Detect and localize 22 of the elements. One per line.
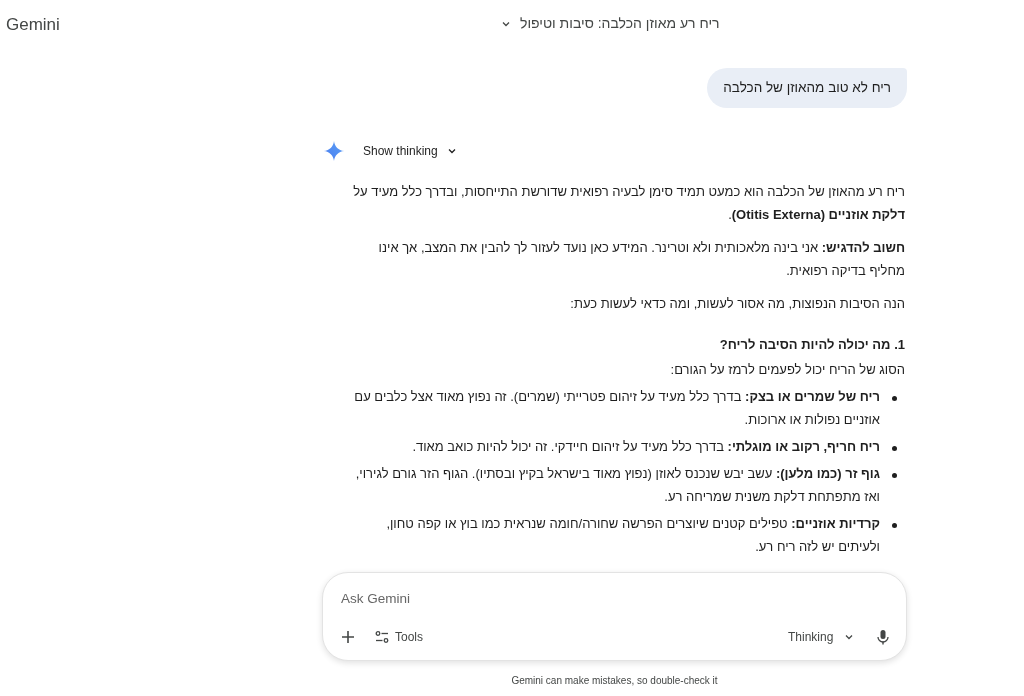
list-item-text: ריח של שמרים או בצק: בדרך כלל מעיד על זיהום פטרייתי (שמרים). זה נפוץ מאוד אצל כלבים עם אוזניים נפולות או ארוכות. [353,388,880,430]
bullet-icon [892,523,897,529]
response-paragraph: חשוב להדגיש: אני בינה מלאכותית ולא וטרינר. המידע כאן נועד לעזור לך להבין את המצב, אך אינו מחליף בדיקה רפואית. [377,239,905,281]
list-item-text: קרדיות אוזניים: טפילים קטנים שיוצרים הפרשה שחורה/חומה שנראית כמו בוץ או קפה טחון, ולעיתים יש לזה ריח רע. [385,515,880,557]
app-logo: Gemini [6,14,60,36]
bullet-icon [892,473,897,479]
list-item-text: גוף זר (כמו מלען): עשב יבש שנכנס לאוזן (נפוץ מאוד בישראל בקיץ ובסתיו). הגוף הזר גורם לגירוי, ואז מתפתחת דלקת משנית שמריחה רע. [354,465,880,507]
bullet-icon [892,396,897,402]
show-thinking-toggle[interactable]: Show thinking [363,142,458,161]
response-paragraph: ריח רע מהאוזן של הכלבה הוא כמעט תמיד סימן לבעיה רפואית שדורשת התייחסות, ובדרך כלל מעיד על דלקת אוזניים (Otitis Externa). [352,183,905,225]
conversation-title-dropdown[interactable]: ריח רע מאוזן הכלבה: סיבות וטיפול [500,13,720,34]
tools-button[interactable]: Tools [375,627,423,647]
disclaimer-text: Gemini can make mistakes, so double-check it [510,674,719,688]
list-item-text: ריח חריף, רקוב או מוגלתי: בדרך כלל מעיד על זיהום חיידקי. זה יכול להיות כואב מאוד. [412,438,880,457]
bullet-icon [892,446,897,452]
response-paragraph: הנה הסיבות הנפוצות, מה אסור לעשות, ומה כדאי לעשות כעת: [569,295,905,314]
sliders-icon [375,630,389,644]
section-heading: 1. מה יכולה להיות הסיבה לריח? [718,336,905,355]
response-paragraph: הסוג של הריח יכול לפעמים לרמז על הגורם: [669,361,905,380]
user-message-bubble: ריח לא טוב מהאוזן של הכלבה [707,68,907,109]
prompt-input[interactable]: Ask Gemini [341,587,881,609]
model-selector[interactable]: Thinking [788,627,856,647]
